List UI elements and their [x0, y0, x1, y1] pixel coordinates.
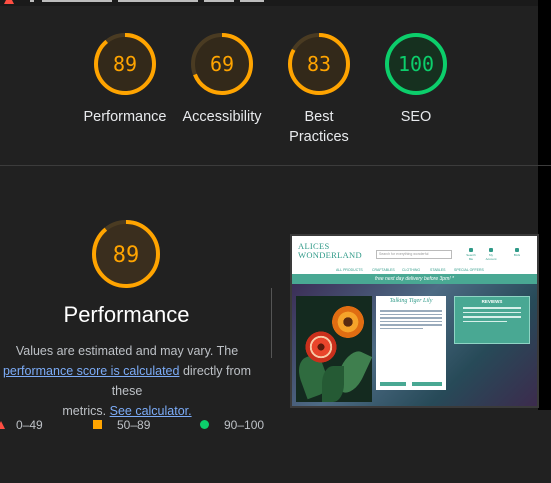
- site-nav: ALL PRODUCTS CRAFTABLES CLOTHING STABLES…: [336, 268, 484, 272]
- site-account-icon: My Account: [484, 248, 498, 261]
- site-search: Search for everything wonderful: [376, 250, 452, 259]
- reviews-panel: REVIEWS: [454, 296, 530, 344]
- orange-flower: [330, 304, 366, 340]
- gauge-label: SEO: [400, 109, 432, 125]
- gauge-label: Best Practices: [289, 109, 349, 145]
- gauge-score: 83: [307, 52, 331, 76]
- gauge-label: Accessibility: [182, 109, 262, 125]
- gauge-score: 69: [210, 52, 234, 76]
- vertical-divider: [271, 288, 272, 358]
- triangle-icon: [0, 421, 5, 429]
- top-bar: [0, 0, 551, 6]
- red-flower: [304, 330, 338, 364]
- gauge-ring: 89: [94, 33, 156, 95]
- see-calculator-link[interactable]: See calculator.: [110, 404, 192, 418]
- scrollbar[interactable]: [538, 0, 551, 410]
- site-logo: ALICES WONDERLAND: [298, 241, 362, 260]
- performance-title: Performance: [63, 302, 190, 327]
- performance-gauge: 89: [90, 218, 162, 295]
- score-calculation-link[interactable]: performance score is calculated: [3, 364, 179, 378]
- warning-icon: [4, 0, 14, 4]
- site-bag-icon: BAG: [510, 248, 524, 257]
- performance-score: 89: [113, 243, 140, 268]
- gauge-seo[interactable]: 100 SEO: [361, 31, 471, 127]
- gauge-score: 100: [398, 52, 434, 76]
- gauge-ring: 83: [288, 33, 350, 95]
- circle-icon: [200, 420, 209, 429]
- square-icon: [93, 420, 102, 429]
- product-image: [296, 296, 372, 402]
- gauge-accessibility[interactable]: 69 Accessibility: [167, 31, 277, 127]
- gauge-ring: 69: [191, 33, 253, 95]
- gauge-ring: 100: [385, 33, 447, 95]
- gauge-score: 89: [113, 52, 137, 76]
- site-banner: free next day delivery before 3pm! *: [292, 274, 537, 284]
- product-card: Talking Tiger Lily: [376, 296, 446, 390]
- performance-description: Values are estimated and may vary. The p…: [2, 344, 252, 418]
- site-search-icon: Search Me: [464, 248, 478, 261]
- site-header: ALICES WONDERLAND Search for everything …: [292, 236, 537, 266]
- gauge-best-practices[interactable]: 83 Best Practices: [264, 31, 374, 147]
- gauge-performance[interactable]: 89 Performance: [70, 31, 180, 127]
- gauge-label: Performance: [83, 109, 167, 125]
- divider: [0, 165, 551, 166]
- page-screenshot-thumbnail[interactable]: ALICES WONDERLAND Search for everything …: [290, 234, 539, 408]
